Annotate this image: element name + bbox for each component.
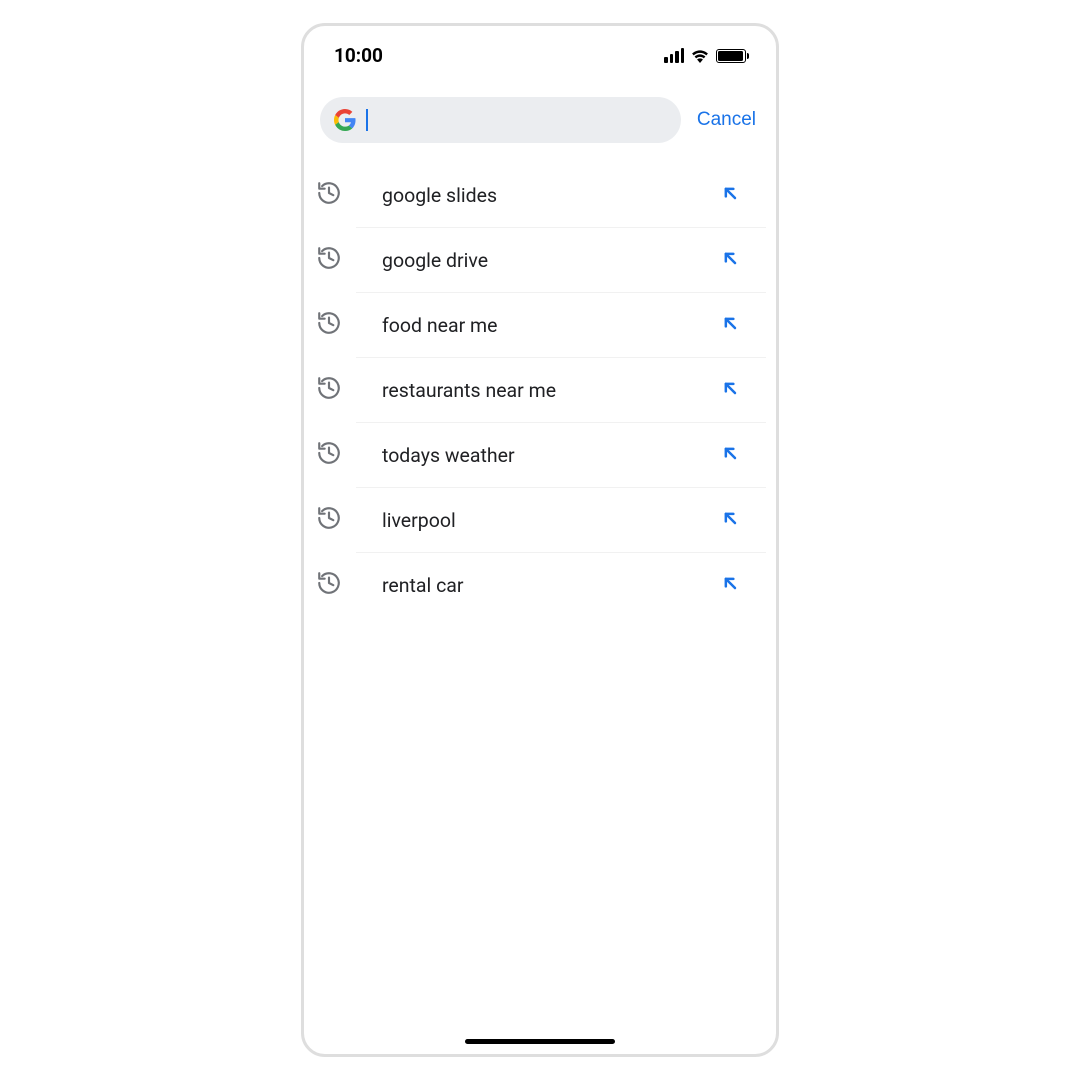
home-indicator[interactable] xyxy=(465,1039,615,1044)
insert-arrow-icon[interactable] xyxy=(720,378,740,402)
status-time: 10:00 xyxy=(334,44,383,67)
history-icon xyxy=(316,440,342,470)
search-input[interactable] xyxy=(378,110,667,131)
suggestion-row[interactable]: food near me xyxy=(356,293,766,358)
suggestion-label: liverpool xyxy=(382,509,700,532)
suggestions-list: google slides google drive food near me res… xyxy=(304,155,776,617)
history-icon xyxy=(316,310,342,340)
suggestion-label: rental car xyxy=(382,574,700,597)
text-cursor xyxy=(366,109,368,131)
history-icon xyxy=(316,570,342,600)
suggestion-row[interactable]: rental car xyxy=(356,553,766,617)
phone-frame: 10:00 xyxy=(301,23,779,1057)
suggestion-label: google slides xyxy=(382,184,700,207)
suggestion-label: restaurants near me xyxy=(382,379,700,402)
wifi-icon xyxy=(690,48,710,63)
status-icons xyxy=(664,48,746,63)
suggestion-label: food near me xyxy=(382,314,700,337)
search-bar-row: Cancel xyxy=(304,77,776,155)
suggestion-row[interactable]: liverpool xyxy=(356,488,766,553)
history-icon xyxy=(316,180,342,210)
history-icon xyxy=(316,505,342,535)
history-icon xyxy=(316,245,342,275)
suggestion-row[interactable]: google slides xyxy=(356,163,766,228)
suggestion-row[interactable]: google drive xyxy=(356,228,766,293)
suggestion-row[interactable]: todays weather xyxy=(356,423,766,488)
cancel-button[interactable]: Cancel xyxy=(693,109,760,131)
suggestion-label: google drive xyxy=(382,249,700,272)
google-logo-icon xyxy=(334,109,356,131)
cellular-signal-icon xyxy=(664,48,684,63)
battery-icon xyxy=(716,49,746,63)
insert-arrow-icon[interactable] xyxy=(720,508,740,532)
insert-arrow-icon[interactable] xyxy=(720,248,740,272)
insert-arrow-icon[interactable] xyxy=(720,573,740,597)
search-pill[interactable] xyxy=(320,97,681,143)
insert-arrow-icon[interactable] xyxy=(720,443,740,467)
suggestion-label: todays weather xyxy=(382,444,700,467)
history-icon xyxy=(316,375,342,405)
insert-arrow-icon[interactable] xyxy=(720,183,740,207)
status-bar: 10:00 xyxy=(304,26,776,77)
suggestion-row[interactable]: restaurants near me xyxy=(356,358,766,423)
insert-arrow-icon[interactable] xyxy=(720,313,740,337)
